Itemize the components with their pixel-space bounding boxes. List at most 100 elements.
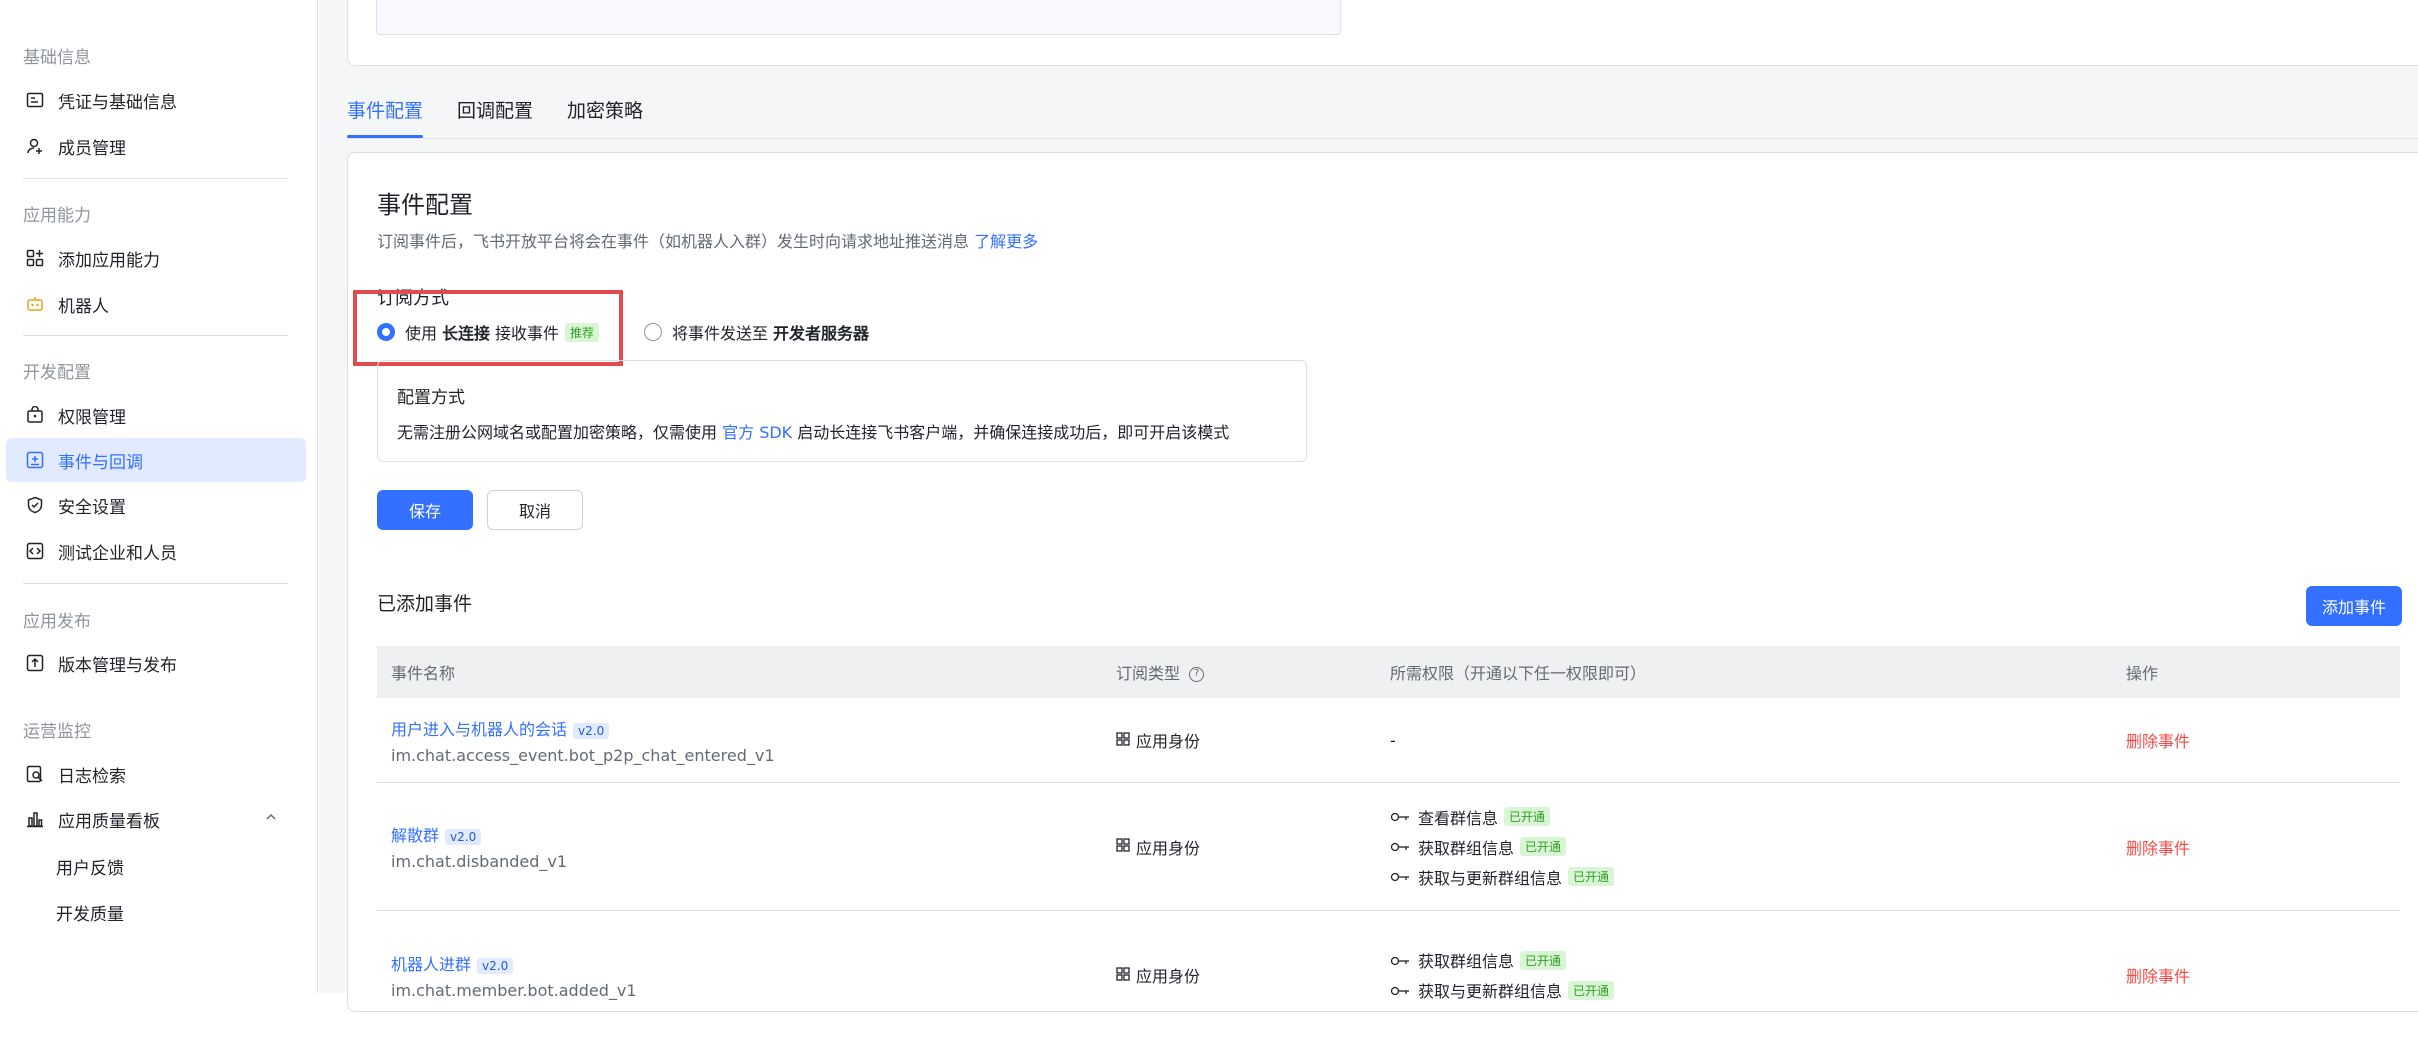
event-name-link[interactable]: 用户进入与机器人的会话	[391, 720, 567, 739]
sidebar-item-members[interactable]: 成员管理	[6, 124, 306, 168]
sidebar-item-label: 测试企业和人员	[58, 543, 177, 564]
highlight-box	[353, 290, 623, 366]
delete-event-button[interactable]: 删除事件	[2126, 732, 2190, 751]
radio-unchecked-icon[interactable]	[644, 323, 662, 341]
section-description: 订阅事件后，飞书开放平台将会在事件（如机器人入群）发生时向请求地址推送消息 了解…	[377, 228, 1038, 252]
tab-encryption[interactable]: 加密策略	[567, 90, 643, 138]
permission-label: 获取与更新群组信息	[1418, 868, 1563, 888]
help-circle-icon[interactable]: ?	[1189, 667, 1205, 682]
enabled-tag: 已开通	[1504, 807, 1551, 826]
sidebar-item-quality[interactable]: 应用质量看板	[6, 797, 306, 841]
radio-dev-server[interactable]: 将事件发送至 开发者服务器	[644, 320, 869, 344]
enabled-tag: 已开通	[1568, 980, 1615, 1000]
header-subscribe-type: 订阅类型 ?	[1116, 660, 1390, 684]
option2-pre: 将事件发送至	[672, 324, 769, 343]
event-key: im.chat.disbanded_v1	[391, 852, 568, 871]
event-name-link[interactable]: 机器人进群	[391, 955, 471, 974]
table-row: 用户进入与机器人的会话 v2.0 im.chat.access_event.bot…	[377, 698, 2400, 783]
sidebar-item-add-capability[interactable]: 添加应用能力	[6, 236, 306, 280]
robot-icon	[24, 293, 46, 315]
divider	[23, 335, 288, 336]
enabled-tag: 已开通	[1568, 867, 1615, 886]
bar-chart-icon	[24, 808, 46, 830]
action-cell: 删除事件	[2126, 963, 2400, 987]
enabled-tag: 已开通	[1520, 837, 1567, 856]
tab-bar: 事件配置 回调配置 加密策略	[347, 90, 643, 138]
sidebar-item-label: 事件与回调	[58, 452, 143, 473]
sidebar-item-credentials[interactable]: 凭证与基础信息	[6, 78, 306, 122]
permission-item: 查看群信息 已开通	[1390, 805, 2126, 829]
key-icon	[1390, 837, 1410, 856]
event-name-link[interactable]: 解散群	[391, 826, 439, 845]
delete-event-button[interactable]: 删除事件	[2126, 967, 2190, 986]
enabled-tag: 已开通	[1520, 950, 1567, 970]
sidebar-item-label: 机器人	[58, 296, 109, 317]
sidebar-item-label: 安全设置	[58, 497, 126, 518]
delete-event-button[interactable]: 删除事件	[2126, 839, 2190, 858]
tab-callback-config[interactable]: 回调配置	[457, 90, 533, 138]
grid-icon	[1116, 966, 1130, 985]
table-row: 解散群 v2.0 im.chat.disbanded_v1 应用身份 查看群信息已…	[377, 783, 2400, 911]
permission-item: 获取与更新群组信息 已开通	[1390, 978, 2126, 1002]
code-box-icon	[24, 540, 46, 562]
description-text: 订阅事件后，飞书开放平台将会在事件（如机器人入群）发生时向请求地址推送消息	[377, 232, 970, 251]
permission-label: 查看群信息	[1418, 808, 1499, 828]
sidebar-item-test-tenant[interactable]: 测试企业和人员	[6, 529, 306, 573]
header-actions: 操作	[2126, 664, 2159, 683]
sidebar-item-permissions[interactable]: 权限管理	[6, 393, 306, 437]
group-title-ops: 运营监控	[23, 722, 91, 742]
version-tag: v2.0	[445, 829, 482, 845]
table-header: 事件名称 订阅类型 ? 所需权限（开通以下任一权限即可） 操作	[377, 646, 2400, 698]
previous-card	[347, 0, 2418, 66]
option2-bold: 开发者服务器	[773, 324, 870, 343]
previous-card-inner	[376, 0, 1341, 35]
key-icon	[1390, 867, 1410, 886]
sidebar-item-events[interactable]: 事件与回调	[6, 438, 306, 482]
sidebar-item-label: 版本管理与发布	[58, 655, 177, 676]
sidebar-subitem-dev-quality[interactable]: 开发质量	[56, 900, 124, 925]
grid-icon	[1116, 731, 1130, 750]
divider	[23, 178, 288, 179]
added-events-title: 已添加事件	[377, 593, 473, 615]
sidebar-item-bot[interactable]: 机器人	[6, 282, 306, 326]
sidebar-item-versions[interactable]: 版本管理与发布	[6, 641, 306, 685]
tab-event-config[interactable]: 事件配置	[347, 90, 424, 138]
events-table: 事件名称 订阅类型 ? 所需权限（开通以下任一权限即可） 操作 用户进入与机器人…	[377, 646, 2400, 1039]
group-title-capabilities: 应用能力	[23, 206, 91, 226]
event-key: im.chat.member.bot.added_v1	[391, 980, 637, 1000]
shield-icon	[24, 494, 46, 516]
sidebar-subitem-feedback[interactable]: 用户反馈	[56, 854, 124, 879]
sidebar-item-logs[interactable]: 日志检索	[6, 752, 306, 796]
version-tag: v2.0	[477, 957, 514, 974]
subscribe-type-label: 应用身份	[1136, 838, 1201, 858]
divider	[23, 583, 288, 584]
event-plus-icon	[24, 449, 46, 471]
learn-more-link[interactable]: 了解更多	[974, 232, 1038, 251]
group-title-basic: 基础信息	[23, 48, 91, 68]
permission-cell: 查看群信息 已开通 获取群组信息 已开通 获取与更新群组信息 已开通	[1390, 799, 2126, 895]
sidebar-item-label: 应用质量看板	[58, 811, 160, 832]
sidebar-item-security[interactable]: 安全设置	[6, 483, 306, 527]
save-button[interactable]: 保存	[377, 490, 473, 530]
config-text-pre: 无需注册公网域名或配置加密策略，仅需使用	[397, 423, 718, 442]
sidebar-item-label: 日志检索	[58, 766, 126, 787]
chevron-up-icon[interactable]	[264, 809, 278, 829]
event-key: im.chat.access_event.bot_p2p_chat_entere…	[391, 745, 775, 765]
tabs-divider	[347, 138, 2418, 139]
sidebar-item-label: 添加应用能力	[58, 250, 160, 271]
key-icon	[1390, 807, 1410, 826]
permission-item: 获取与更新群组信息 已开通	[1390, 865, 2126, 889]
sidebar-item-label: 凭证与基础信息	[58, 92, 177, 113]
header-event-name: 事件名称	[391, 664, 456, 683]
subscribe-type-cell: 应用身份	[1116, 835, 1390, 859]
log-search-icon	[24, 763, 46, 785]
action-cell: 删除事件	[2126, 728, 2400, 752]
table-row: 机器人进群 v2.0 im.chat.member.bot.added_v1 应用…	[377, 911, 2400, 1039]
permission-cell: -	[1390, 731, 2126, 750]
official-sdk-link[interactable]: 官方 SDK	[722, 423, 792, 442]
add-event-button[interactable]: 添加事件	[2306, 586, 2402, 626]
config-mode-title: 配置方式	[397, 388, 465, 408]
config-text-post: 启动长连接飞书客户端，并确保连接成功后，即可开启该模式	[797, 423, 1230, 442]
event-cell: 用户进入与机器人的会话 v2.0 im.chat.access_event.bot…	[377, 716, 1116, 765]
cancel-button[interactable]: 取消	[487, 490, 583, 530]
